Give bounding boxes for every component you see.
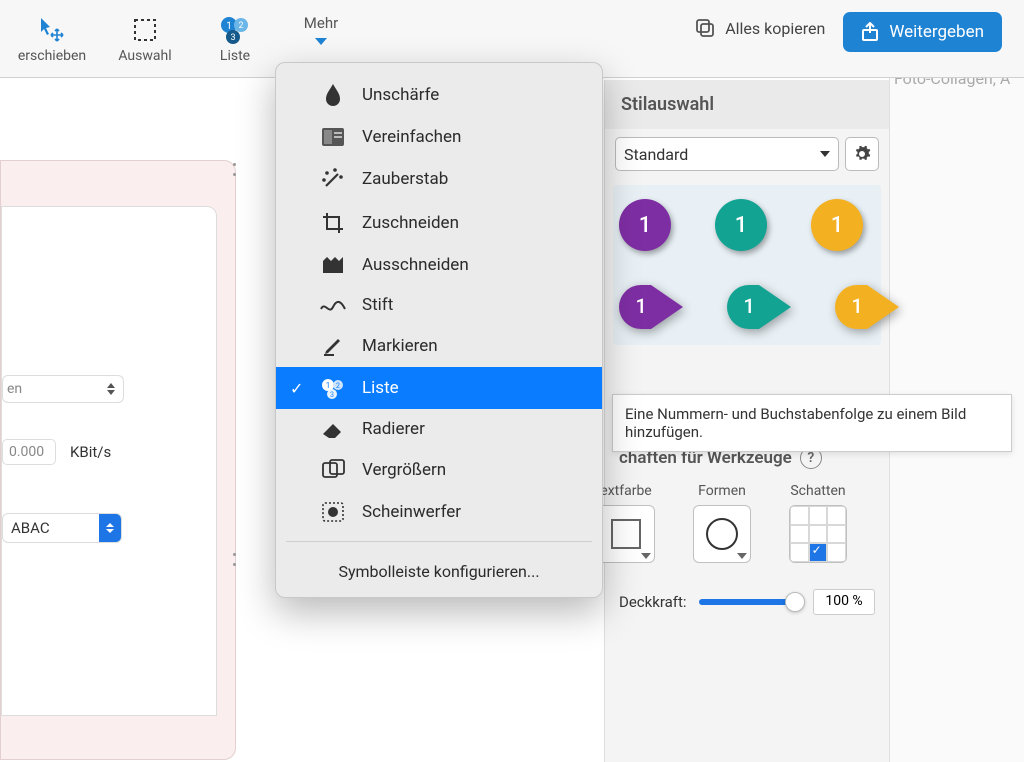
- style-circle-purple[interactable]: 1: [619, 199, 671, 251]
- abac-select[interactable]: ABAC: [2, 513, 122, 543]
- copy-icon: [693, 16, 717, 40]
- style-select[interactable]: Standard: [615, 137, 839, 171]
- stepper-icon: [103, 383, 119, 395]
- resize-handle[interactable]: [231, 547, 240, 575]
- more-tools-menu: Unschärfe Vereinfachen Zauberstab Zuschn…: [275, 62, 603, 598]
- menu-eraser[interactable]: Radierer: [276, 409, 602, 449]
- style-pointer-gold[interactable]: 1: [835, 285, 899, 329]
- chevron-down-icon: [820, 151, 830, 157]
- tool-move[interactable]: erschieben: [4, 8, 100, 70]
- copy-all-button[interactable]: Alles kopieren: [693, 16, 825, 40]
- opacity-slider[interactable]: [699, 599, 801, 605]
- style-pointer-teal[interactable]: 1: [727, 285, 791, 329]
- style-pointer-purple[interactable]: 1: [619, 285, 683, 329]
- background-window: Foto-Collagen, A: [889, 0, 1024, 762]
- svg-text:3: 3: [230, 33, 235, 43]
- shadow-label: Schatten: [790, 483, 845, 499]
- style-select-value: Standard: [624, 145, 688, 164]
- abac-value: ABAC: [3, 519, 99, 537]
- svg-text:1: 1: [851, 294, 862, 318]
- shapes-button[interactable]: [693, 505, 751, 563]
- unit-label: KBit/s: [70, 443, 111, 461]
- svg-text:1: 1: [326, 381, 331, 390]
- cutout-icon: [320, 255, 346, 275]
- tool-more[interactable]: Mehr: [280, 8, 350, 45]
- menu-highlight[interactable]: Markieren: [276, 325, 602, 367]
- share-up-icon: [861, 22, 879, 42]
- tooltip: Eine Nummern- und Buchstabenfolge zu ein…: [612, 394, 1012, 452]
- opacity-value[interactable]: 100 %: [813, 589, 875, 615]
- chevron-down-icon: [315, 38, 327, 45]
- style-swatches: 1 1 1 1 1 1: [613, 185, 881, 345]
- tool-move-label: erschieben: [18, 48, 86, 64]
- menu-magnify[interactable]: Vergrößern: [276, 449, 602, 491]
- resize-handle[interactable]: [231, 157, 240, 185]
- highlighter-icon: [320, 335, 346, 357]
- menu-separator: [286, 541, 592, 542]
- menu-cutout[interactable]: Ausschneiden: [276, 245, 602, 285]
- tool-list[interactable]: 123 Liste: [190, 8, 280, 70]
- menu-simplify[interactable]: Vereinfachen: [276, 117, 602, 157]
- opacity-label: Deckkraft:: [619, 593, 687, 611]
- share-label: Weitergeben: [889, 22, 984, 42]
- number-field[interactable]: 0.000: [2, 439, 56, 465]
- style-settings-button[interactable]: [845, 137, 879, 171]
- tool-selection[interactable]: Auswahl: [100, 8, 190, 70]
- select-value: en: [7, 381, 103, 397]
- stepper-blue-icon: [99, 514, 121, 542]
- share-button[interactable]: Weitergeben: [843, 12, 1002, 52]
- chevron-down-icon: [641, 553, 651, 559]
- magnify-icon: [320, 459, 346, 481]
- slider-thumb[interactable]: [785, 592, 805, 612]
- menu-configure-toolbar[interactable]: Symbolleiste konfigurieren...: [276, 550, 602, 593]
- menu-pen[interactable]: Stift: [276, 285, 602, 325]
- crop-icon: [320, 211, 346, 235]
- select-field[interactable]: en: [2, 375, 124, 403]
- move-cursor-icon: [34, 12, 70, 48]
- tool-list-label: Liste: [220, 48, 250, 64]
- style-circle-gold[interactable]: 1: [811, 199, 863, 251]
- simplify-icon: [320, 127, 346, 147]
- svg-text:1: 1: [635, 294, 646, 318]
- spotlight-icon: [320, 501, 346, 523]
- eraser-icon: [320, 420, 346, 438]
- menu-crop[interactable]: Zuschneiden: [276, 201, 602, 245]
- chevron-down-icon: [737, 553, 747, 559]
- menu-wand[interactable]: Zauberstab: [276, 157, 602, 201]
- gear-icon: [853, 145, 871, 163]
- menu-blur[interactable]: Unschärfe: [276, 73, 602, 117]
- list-numbers-icon: 123: [217, 12, 253, 48]
- textcolor-label: extfarbe: [600, 483, 651, 499]
- tool-more-label: Mehr: [304, 14, 338, 32]
- style-circle-teal[interactable]: 1: [715, 199, 767, 251]
- pink-panel: en 0.000 KBit/s ABAC: [0, 160, 236, 760]
- svg-text:2: 2: [336, 382, 340, 390]
- style-section-header: Stilauswahl: [605, 80, 889, 129]
- pen-icon: [320, 295, 346, 315]
- svg-text:3: 3: [330, 391, 334, 399]
- svg-text:1: 1: [743, 294, 754, 318]
- menu-list[interactable]: 123 Liste: [276, 367, 602, 409]
- copy-all-label: Alles kopieren: [725, 19, 825, 38]
- selection-icon: [127, 12, 163, 48]
- wand-icon: [320, 167, 346, 191]
- textcolor-button[interactable]: [597, 505, 655, 563]
- menu-spotlight[interactable]: Scheinwerfer: [276, 491, 602, 533]
- shapes-label: Formen: [698, 483, 746, 499]
- list-icon: 123: [320, 377, 346, 399]
- blur-icon: [320, 83, 346, 107]
- svg-text:2: 2: [238, 21, 243, 31]
- shadow-picker[interactable]: [789, 505, 847, 563]
- tool-selection-label: Auswahl: [118, 48, 171, 64]
- white-inner-panel: en 0.000 KBit/s ABAC: [1, 206, 217, 716]
